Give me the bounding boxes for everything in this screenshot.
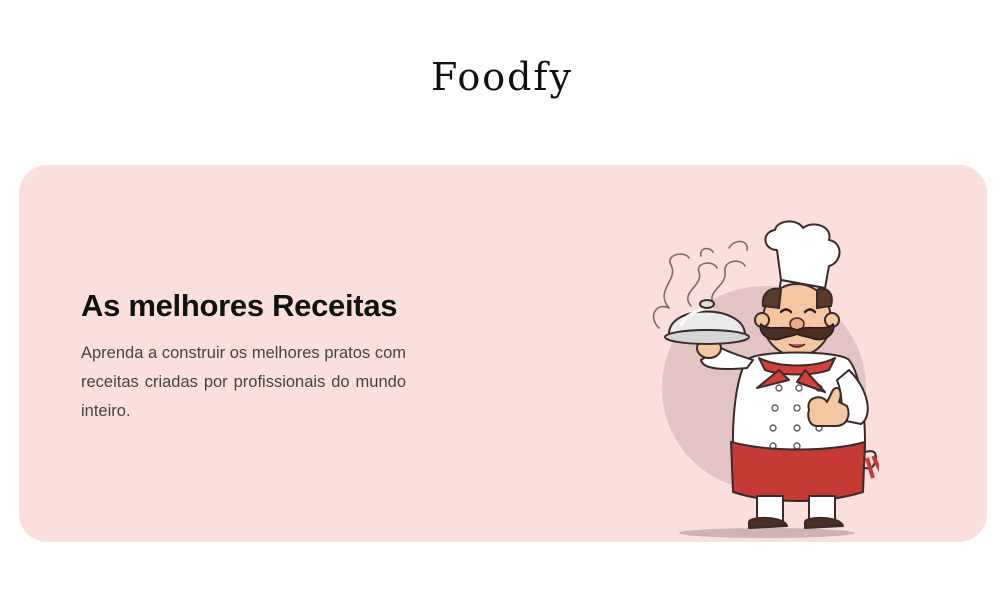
hero-description: Aprenda a construir os melhores pratos c… [81, 344, 406, 420]
site-header: Foodfy [0, 0, 1004, 150]
chef-illustration-icon [652, 220, 879, 538]
site-logo[interactable]: Foodfy [0, 52, 1004, 102]
hero-title: As melhores Receitas [81, 288, 398, 323]
hero-banner: As melhores Receitas Aprenda a construir… [19, 165, 987, 542]
